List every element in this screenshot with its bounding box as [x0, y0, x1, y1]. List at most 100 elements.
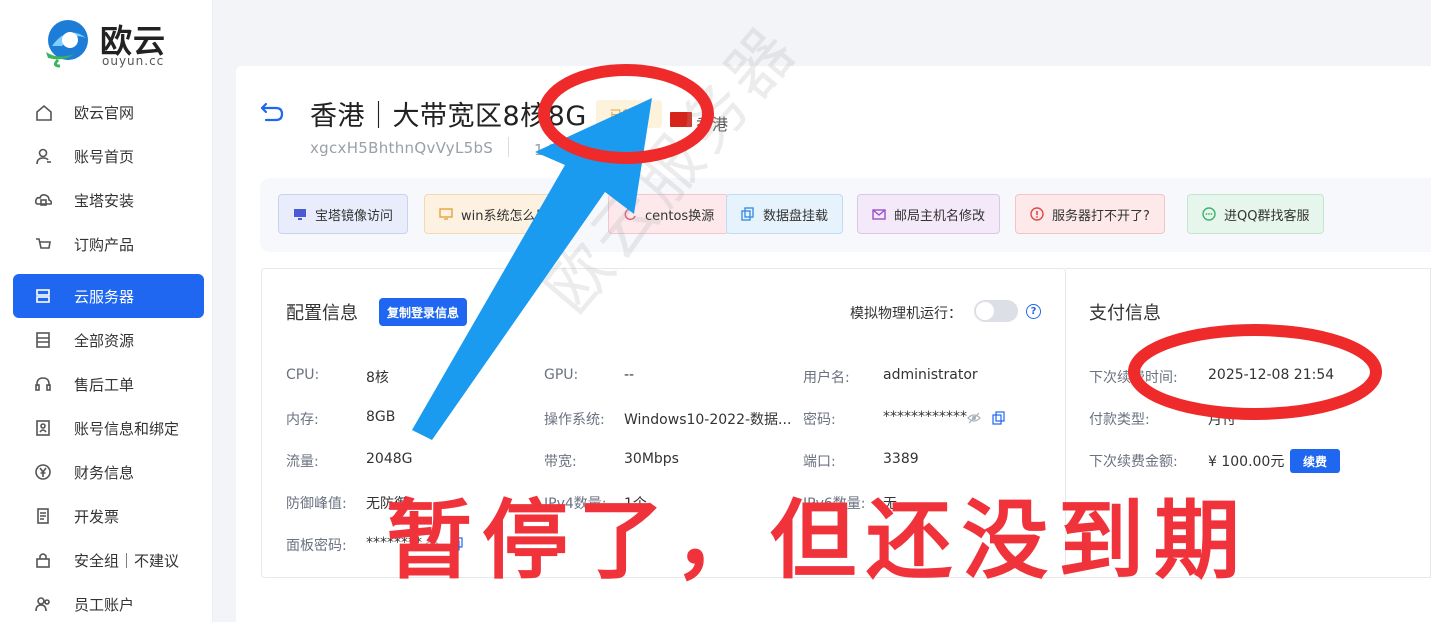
payment-value: 2025-12-08 21:54 — [1208, 367, 1335, 383]
config-value: administrator — [883, 367, 978, 383]
sidebar-item-3[interactable]: 订购产品 — [0, 222, 213, 266]
config-label: 用户名: — [803, 370, 850, 386]
quick-action-1[interactable]: win系统怎么用 — [424, 194, 564, 234]
toggle-visibility-icon[interactable] — [967, 411, 981, 425]
mail-icon — [872, 207, 886, 221]
config-value: -- — [624, 367, 635, 383]
payment-card: 支付信息 下次续费时间: 2025-12-08 21:54 付款类型: 月付下次续费金… — [1065, 268, 1431, 578]
quick-action-6[interactable]: 进QQ群找客服 — [1187, 194, 1325, 234]
brand-domain: ouyun.cc — [102, 54, 165, 68]
monitor-icon — [293, 207, 307, 221]
config-value: 1个 — [624, 496, 647, 512]
config-label: 端口: — [803, 454, 836, 470]
copy-login-button[interactable]: 复制登录信息 — [379, 298, 468, 326]
payment-title: 支付信息 — [1089, 303, 1161, 324]
top-bar — [214, 0, 1431, 64]
server-detail-panel: 香港｜大带宽区8核8G 已暂停 香港 xgcxH5BhthnQvVyL5bS 1… — [236, 66, 1431, 622]
sidebar-item-1[interactable]: 账号首页 — [0, 134, 213, 178]
sidebar-item-4[interactable]: 云服务器 — [13, 274, 204, 318]
yen-icon — [34, 463, 52, 481]
sidebar-item-label: 账号信息和绑定 — [74, 419, 180, 438]
payment-label: 付款类型: — [1089, 412, 1150, 428]
config-value: 无 — [883, 496, 897, 512]
copy-password-icon[interactable] — [450, 537, 464, 551]
server-ip: 1 2.81 9 宽 — [534, 141, 616, 159]
physical-mode-toggle[interactable] — [974, 300, 1018, 322]
config-value: 8核 — [366, 370, 389, 386]
config-value: ************ — [883, 409, 967, 425]
sidebar-item-9[interactable]: 开发票 — [0, 494, 213, 538]
quick-action-label: 数据盘挂载 — [763, 208, 829, 224]
stack-icon — [34, 331, 52, 349]
server-region: 香港 — [696, 115, 729, 134]
sidebar-item-label: 售后工单 — [74, 375, 135, 394]
cloud-box-icon — [34, 191, 52, 209]
payment-label: 下次续费时间: — [1089, 370, 1178, 386]
help-icon[interactable]: ? — [1026, 304, 1041, 319]
sidebar-item-5[interactable]: 全部资源 — [0, 318, 213, 362]
headset-icon — [34, 375, 52, 393]
sidebar-item-8[interactable]: 财务信息 — [0, 450, 213, 494]
config-label: 操作系统: — [544, 412, 605, 428]
sidebar-item-label: 开发票 — [74, 507, 120, 526]
quick-action-5[interactable]: 服务器打不开了? — [1015, 194, 1165, 234]
config-label: IPv4数量: — [544, 496, 607, 512]
config-card: 配置信息 复制登录信息 模拟物理机运行： ? CPU: 8核 GPU: -- 用户名: a… — [261, 268, 1066, 578]
config-value: 无防御 — [366, 496, 408, 512]
server-icon — [34, 287, 52, 305]
instance-id: xgcxH5BhthnQvVyL5bS — [310, 139, 494, 157]
quick-action-label: 宝塔镜像访问 — [315, 208, 394, 224]
cart-icon — [34, 235, 52, 253]
quick-action-3[interactable]: 数据盘挂载 — [726, 194, 844, 234]
sidebar-item-7[interactable]: 账号信息和绑定 — [0, 406, 213, 450]
user-icon — [34, 147, 52, 165]
config-label: CPU: — [286, 367, 320, 383]
copy-password-icon[interactable] — [992, 411, 1006, 425]
sidebar: 欧云 ouyun.cc 欧云官网账号首页宝塔安装订购产品云服务器全部资源售后工单… — [0, 0, 213, 622]
sidebar-item-10[interactable]: 安全组｜不建议 — [0, 538, 213, 582]
renew-button[interactable]: 续费 — [1290, 449, 1340, 473]
logo[interactable]: 欧云 ouyun.cc — [38, 12, 178, 72]
toggle-visibility-icon[interactable] — [425, 537, 439, 551]
physical-mode-label: 模拟物理机运行： — [850, 306, 962, 322]
sidebar-item-label: 宝塔安装 — [74, 191, 135, 210]
payment-value: 月付 — [1208, 412, 1236, 428]
sidebar-item-label: 账号首页 — [74, 147, 135, 166]
quick-action-label: 服务器打不开了? — [1052, 208, 1150, 224]
status-badge: 已暂停 — [596, 100, 662, 128]
sidebar-item-2[interactable]: 宝塔安装 — [0, 178, 213, 222]
config-label: 流量: — [286, 454, 319, 470]
back-arrow-icon[interactable] — [260, 100, 286, 122]
config-label: 面板密码: — [286, 538, 347, 554]
hk-flag-icon — [670, 112, 692, 127]
config-label: GPU: — [544, 367, 579, 383]
config-value: 8GB — [366, 409, 396, 425]
quick-action-2[interactable]: centos换源 — [608, 194, 730, 234]
sidebar-item-6[interactable]: 售后工单 — [0, 362, 213, 406]
id-card-icon — [34, 419, 52, 437]
quick-action-4[interactable]: 邮局主机名修改 — [857, 194, 1001, 234]
quick-actions-panel: 宝塔镜像访问 win系统怎么用 centos换源 数据盘挂载 邮局主机名修改 服务器打不开… — [260, 178, 1431, 252]
quick-action-label: centos换源 — [645, 208, 715, 224]
quick-action-label: 进QQ群找客服 — [1224, 208, 1310, 224]
config-label: 密码: — [803, 412, 836, 428]
sidebar-item-11[interactable]: 员工账户 — [0, 582, 213, 622]
quick-action-0[interactable]: 宝塔镜像访问 — [278, 194, 409, 234]
sidebar-item-label: 安全组｜不建议 — [74, 551, 180, 570]
quick-action-label: win系统怎么用 — [461, 208, 549, 224]
logo-mark-icon — [46, 20, 88, 68]
config-value: ******** — [366, 535, 422, 551]
copy-icon — [741, 207, 755, 221]
refresh-icon — [623, 207, 637, 221]
config-value: 2048G — [366, 451, 413, 467]
config-value: 3389 — [883, 451, 919, 467]
sidebar-item-0[interactable]: 欧云官网 — [0, 90, 213, 134]
server-title: 香港｜大带宽区8核8G — [310, 101, 587, 132]
config-label: IPv6数量: — [803, 496, 866, 512]
lock-icon — [34, 551, 52, 569]
payment-label: 下次续费金额: — [1089, 454, 1178, 470]
sidebar-item-label: 全部资源 — [74, 331, 135, 350]
sidebar-item-label: 订购产品 — [74, 235, 135, 254]
desktop-icon — [439, 207, 453, 221]
